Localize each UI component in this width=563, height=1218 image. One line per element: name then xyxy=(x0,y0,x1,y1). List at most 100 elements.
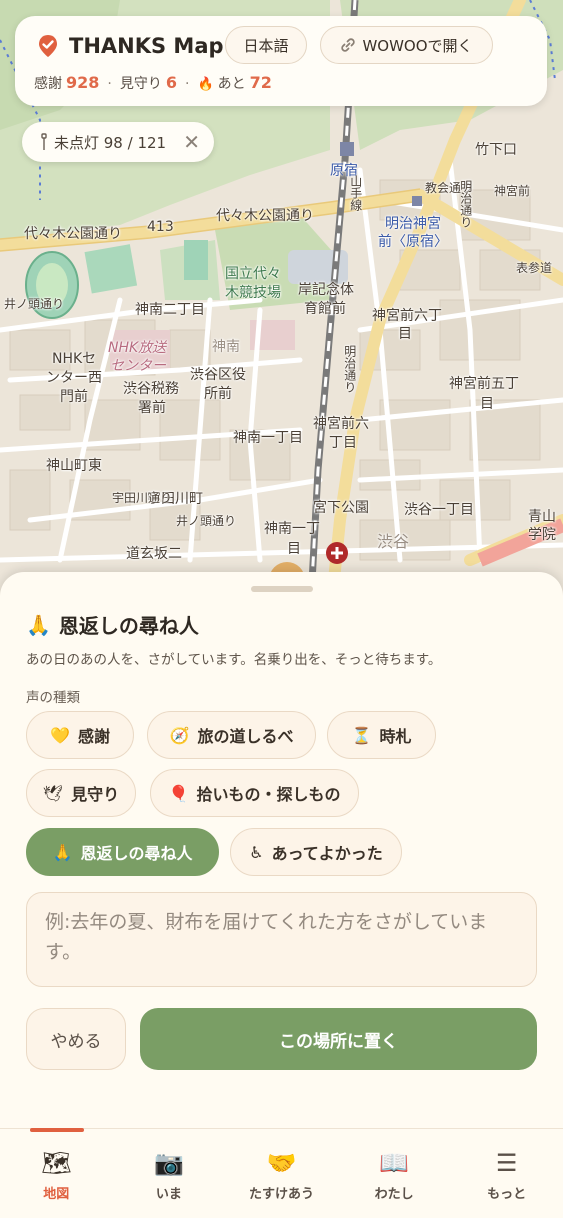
map-label-jinnan-1c: 目 xyxy=(287,541,301,557)
map-label-omotesando: 表参道 xyxy=(516,261,553,275)
camera-icon: 📷 xyxy=(153,1149,184,1177)
separator-dot: · xyxy=(185,76,190,92)
category-label: あってよかった xyxy=(271,844,383,863)
place-here-button[interactable]: この場所に置く xyxy=(140,1008,537,1070)
nav-item-map[interactable]: 🗺 地図 xyxy=(0,1128,113,1218)
map-label-nhk-2: ンター西 xyxy=(46,370,102,386)
map-label-jingumae-6c: 神宮前六 xyxy=(313,416,369,432)
thanks-count: 928 xyxy=(66,73,100,92)
remaining-count: 72 xyxy=(249,73,272,92)
category-label: 旅の道しるべ xyxy=(197,727,294,746)
map-label-nhk-1: NHKセ xyxy=(52,351,97,367)
nav-item-more[interactable]: ☰ もっと xyxy=(450,1129,563,1218)
unlit-lamp-filter-chip[interactable]: 未点灯 98 / 121 ✕ xyxy=(22,122,214,162)
cancel-button[interactable]: やめる xyxy=(26,1008,126,1070)
category-chip-glad-it-exists[interactable]: ♿ あってよかった xyxy=(230,828,402,876)
nav-item-me[interactable]: 📖 わたし xyxy=(338,1129,451,1218)
map-label-jinnan: 神南 xyxy=(212,339,240,355)
map-label-jingumae-6d: 丁目 xyxy=(329,435,357,451)
open-in-wowoo-label: WOWOOで開く xyxy=(362,36,473,55)
map-label-gakuin: 学院 xyxy=(528,527,556,543)
map-label-jingumae-6b: 目 xyxy=(398,326,412,342)
category-label: 恩返しの尋ね人 xyxy=(80,844,193,863)
world-map-icon: 🗺 xyxy=(41,1149,72,1177)
category-label: 見守り xyxy=(71,785,120,804)
category-chip-lost-found[interactable]: 🎈 拾いもの・探しもの xyxy=(150,769,359,817)
map-label-jingumae: 神宮前 xyxy=(494,184,531,198)
map-label-meiji-jingu: 明治神宮 xyxy=(385,216,441,232)
category-label: 時札 xyxy=(379,727,412,746)
compose-sheet: 🙏 恩返しの尋ね人 あの日のあの人を、さがしています。名乗り出を、そっと待ちます… xyxy=(0,572,563,1132)
voice-type-label: 声の種類 xyxy=(26,690,80,706)
map-label-kamiyama: 神山町東 xyxy=(46,458,102,474)
nav-label: たすけあう xyxy=(248,1187,314,1202)
category-chip-watch[interactable]: 🕊 見守り xyxy=(26,769,136,817)
map-label-nhk-hoso-2: センター xyxy=(110,358,166,374)
map-label-kokuritsu-1: 国立代々 xyxy=(225,266,281,282)
nav-label: わたし xyxy=(374,1187,414,1202)
map-label-inokashira: 井ノ頭通り xyxy=(4,297,65,311)
praying-hands-icon: 🙏 xyxy=(26,612,51,637)
category-chip-time-tag[interactable]: ⏳ 時札 xyxy=(327,711,436,759)
watch-label: 見守り xyxy=(119,76,162,92)
map-label-meiji-jingu-mae: 前〈原宿〉 xyxy=(378,234,448,250)
map-label-jingumae-5a: 神宮前五丁 xyxy=(449,376,519,392)
map-label-inokashira-2: 井ノ頭通り xyxy=(176,514,237,528)
map-label-shibuya-zeimu-2: 署前 xyxy=(138,400,166,416)
map-label-yoyogi-koen-2: 代々木公園通り xyxy=(216,208,314,224)
app-title: THANKS Map xyxy=(69,34,224,58)
map-pin-check-icon xyxy=(39,35,57,57)
language-label: 日本語 xyxy=(243,36,289,55)
map-label-shibuya-kuyaku-1: 渋谷区役 xyxy=(190,367,246,383)
fire-icon: 🔥 xyxy=(197,77,214,92)
stats-row: 感謝 928 · 見守り 6 · 🔥 あと 72 xyxy=(34,73,272,93)
bottom-nav: 🗺 地図 📷 いま 🤝 たすけあう 📖 わたし ☰ もっと xyxy=(0,1128,563,1218)
map-label-shibuya-1: 渋谷一丁目 xyxy=(404,502,474,518)
nav-label: 地図 xyxy=(43,1187,70,1202)
sheet-grabber[interactable] xyxy=(251,586,313,592)
wheelchair-icon: ♿ xyxy=(249,842,264,862)
map-label-kishi-1: 岸記念体 xyxy=(298,282,354,298)
heart-icon: 💛 xyxy=(50,725,70,745)
category-chip-repay-kindness[interactable]: 🙏 恩返しの尋ね人 xyxy=(26,828,219,876)
sheet-title: 🙏 恩返しの尋ね人 xyxy=(26,610,199,639)
map-label-meiji-dori-2: 明治通り xyxy=(342,345,357,393)
category-chip-thanks[interactable]: 💛 感謝 xyxy=(26,711,134,759)
remaining-label: あと xyxy=(217,76,246,92)
hamburger-menu-icon: ☰ xyxy=(495,1149,518,1177)
map-label-kokuritsu-2: 木競技場 xyxy=(225,285,281,301)
map-label-takeshita: 竹下口 xyxy=(475,142,517,158)
language-button[interactable]: 日本語 xyxy=(225,26,307,64)
compass-icon: 🧭 xyxy=(169,725,190,745)
sheet-subtitle: あの日のあの人を、さがしています。名乗り出を、そっと待ちます。 xyxy=(26,652,442,668)
map-label-jingumae-5b: 目 xyxy=(480,396,494,412)
map-label-aoyama: 青山 xyxy=(528,509,556,525)
nav-item-now[interactable]: 📷 いま xyxy=(113,1129,226,1218)
category-label: 感謝 xyxy=(77,727,110,746)
hourglass-icon: ⏳ xyxy=(351,725,372,745)
header-card: THANKS Map 日本語 WOWOOで開く 感謝 928 · 見守り 6 ·… xyxy=(15,16,547,106)
map-label-jinnan-2: 神南二丁目 xyxy=(135,302,205,318)
lamp-icon xyxy=(41,133,47,150)
map-label-yoyogi-koen: 代々木公園通り xyxy=(24,226,122,242)
sheet-title-text: 恩返しの尋ね人 xyxy=(58,614,199,638)
map-label-jingumae-6: 神宮前六丁 xyxy=(372,308,442,324)
dove-icon: 🕊 xyxy=(42,783,64,803)
nav-item-help-each-other[interactable]: 🤝 たすけあう xyxy=(225,1129,338,1218)
map-label-kishi-2: 育館前 xyxy=(304,301,346,317)
link-icon xyxy=(341,38,356,52)
separator-dot: · xyxy=(107,76,112,92)
close-icon[interactable]: ✕ xyxy=(183,130,200,154)
nav-label: もっと xyxy=(487,1187,527,1202)
map-label-udagawa-dori: 宇田川通り xyxy=(112,491,173,505)
praying-hands-icon: 🙏 xyxy=(52,842,73,862)
open-in-wowoo-button[interactable]: WOWOOで開く xyxy=(320,26,493,64)
map-label-meiji-dori: 明治通り xyxy=(458,180,473,228)
map-label-yamanote: 山手線 xyxy=(348,175,363,211)
category-label: 拾いもの・探しもの xyxy=(196,785,341,804)
handshake-icon: 🤝 xyxy=(266,1149,297,1177)
category-chip-travel-guide[interactable]: 🧭 旅の道しるべ xyxy=(147,711,316,759)
map-label-shibuya-kuyaku-2: 所前 xyxy=(204,386,232,402)
nav-label: いま xyxy=(155,1187,182,1202)
message-input[interactable]: 例:去年の夏、財布を届けてくれた方をさがしています。 xyxy=(26,892,537,987)
